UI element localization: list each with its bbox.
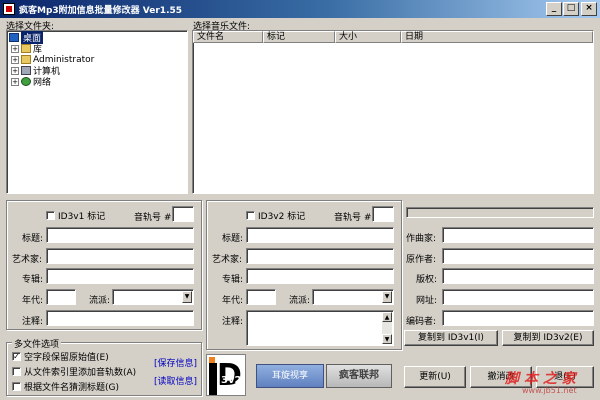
- update-button[interactable]: 更新(U): [404, 366, 466, 388]
- url-input[interactable]: [442, 289, 594, 305]
- id3v2-checkbox-row[interactable]: ID3v2 标记: [246, 209, 305, 222]
- id3v2-track-input[interactable]: [372, 206, 394, 222]
- id3v1-track-input[interactable]: [172, 206, 194, 222]
- folder-icon: [21, 44, 31, 53]
- composer-input[interactable]: [442, 227, 594, 243]
- expand-icon[interactable]: +: [11, 77, 19, 86]
- orig-artist-label: 原作者:: [406, 255, 437, 265]
- keep-empty-checkbox[interactable]: ✓: [12, 352, 21, 361]
- desktop-icon: [9, 33, 19, 42]
- folder-tree[interactable]: 桌面 + 库 + Administrator + 计算机 + 网络: [6, 30, 188, 194]
- id3v2-track-label: 音轨号 #:: [334, 213, 375, 223]
- logo-text: 3v2: [221, 375, 242, 386]
- computer-icon: [21, 66, 31, 75]
- column-header-filename[interactable]: 文件名: [193, 31, 263, 43]
- id3v1-album-input[interactable]: [46, 268, 194, 284]
- multi-options-title: 多文件选项: [12, 337, 62, 350]
- copyright-label: 版权:: [416, 275, 438, 285]
- scroll-down-icon[interactable]: ▼: [382, 334, 392, 344]
- id3v2-checkbox[interactable]: [246, 211, 255, 220]
- id3v1-genre-select[interactable]: ▼: [112, 289, 194, 305]
- expand-icon[interactable]: +: [11, 55, 19, 64]
- id3v2-genre-label: 流派:: [289, 296, 311, 306]
- id3v1-artist-label: 艺术家:: [12, 255, 43, 265]
- id3v2-comment-textarea[interactable]: ▲ ▼: [246, 310, 394, 346]
- app-icon: [3, 3, 15, 15]
- id3v2-genre-select[interactable]: ▼: [312, 289, 394, 305]
- composer-label: 作曲家:: [406, 234, 437, 244]
- watermark-url: www.jb51.net: [522, 386, 577, 395]
- tree-item-network[interactable]: + 网络: [11, 76, 185, 88]
- id3v2-comment-label: 注释:: [222, 317, 244, 327]
- file-list[interactable]: 文件名 标记 大小 日期: [192, 30, 594, 194]
- id3v1-track-label: 音轨号 #:: [134, 213, 175, 223]
- id3v2-title-label: 标题:: [222, 234, 244, 244]
- encoder-input[interactable]: [442, 310, 594, 326]
- expand-icon[interactable]: +: [11, 44, 19, 53]
- id3v2-album-input[interactable]: [246, 268, 394, 284]
- read-info-link[interactable]: [读取信息]: [154, 374, 197, 387]
- maximize-button[interactable]: □: [563, 2, 579, 16]
- save-info-link[interactable]: [保存信息]: [154, 356, 197, 369]
- url-label: 网址:: [416, 296, 438, 306]
- id3v1-title-label: 标题:: [22, 234, 44, 244]
- id3v2-artist-input[interactable]: [246, 248, 394, 264]
- network-icon: [21, 77, 31, 86]
- dropdown-arrow-icon[interactable]: ▼: [182, 291, 192, 303]
- copyright-input[interactable]: [442, 268, 594, 284]
- id3v2-year-label: 年代:: [222, 296, 244, 306]
- guess-title-checkbox[interactable]: [12, 382, 21, 391]
- column-header-tag[interactable]: 标记: [263, 31, 335, 43]
- close-button[interactable]: ×: [581, 2, 597, 16]
- column-header-size[interactable]: 大小: [335, 31, 401, 43]
- copy-to-id3v1-button[interactable]: 复制到 ID3v1(I): [404, 330, 498, 346]
- banner-fengke-button[interactable]: 疯客联邦: [326, 364, 392, 388]
- id3v2-artist-label: 艺术家:: [212, 255, 243, 265]
- scroll-up-icon[interactable]: ▲: [382, 312, 392, 322]
- option-keep-empty[interactable]: ✓ 空字段保留原始值(E): [12, 350, 109, 363]
- logo-bar: [209, 363, 217, 395]
- id3v2-year-input[interactable]: [246, 289, 276, 305]
- folder-icon: [21, 55, 31, 64]
- encoder-label: 编码者:: [406, 317, 437, 327]
- title-bar[interactable]: 疯客Mp3附加信息批量修改器 Ver1.55 _ □ ×: [0, 0, 600, 18]
- orig-artist-input[interactable]: [442, 248, 594, 264]
- id3v1-year-label: 年代:: [22, 296, 44, 306]
- tree-item-library[interactable]: + 库: [11, 43, 185, 55]
- id3v1-artist-input[interactable]: [46, 248, 194, 264]
- column-header-date[interactable]: 日期: [401, 31, 593, 43]
- id3v1-title-input[interactable]: [46, 227, 194, 243]
- watermark-text: 脚 本 之 家: [505, 371, 576, 387]
- dropdown-arrow-icon[interactable]: ▼: [382, 291, 392, 303]
- comment-scrollbar[interactable]: ▲ ▼: [382, 312, 392, 344]
- id3v1-album-label: 专辑:: [22, 275, 44, 285]
- id3-logo: D 3v2: [206, 354, 246, 396]
- id3v1-genre-label: 流派:: [89, 296, 111, 306]
- copy-to-id3v2-button[interactable]: 复制到 ID3v2(E): [502, 330, 594, 346]
- id3v1-year-input[interactable]: [46, 289, 76, 305]
- id3v1-checkbox-row[interactable]: ID3v1 标记: [46, 209, 105, 222]
- id3v1-checkbox[interactable]: [46, 211, 55, 220]
- progress-bar: [406, 207, 594, 218]
- id3v2-title-input[interactable]: [246, 227, 394, 243]
- banner-erxuan-button[interactable]: 耳旋视享: [256, 364, 324, 388]
- id3v1-comment-input[interactable]: [46, 310, 194, 326]
- add-track-checkbox[interactable]: [12, 367, 21, 376]
- id3v2-album-label: 专辑:: [222, 275, 244, 285]
- expand-icon[interactable]: +: [11, 66, 19, 75]
- option-add-track[interactable]: 从文件索引里添加音轨数(A): [12, 365, 136, 378]
- window-title: 疯客Mp3附加信息批量修改器 Ver1.55: [19, 5, 183, 16]
- minimize-button[interactable]: _: [546, 2, 562, 16]
- id3v1-comment-label: 注释:: [22, 317, 44, 327]
- option-guess-title[interactable]: 根据文件名猜测标题(G): [12, 380, 119, 393]
